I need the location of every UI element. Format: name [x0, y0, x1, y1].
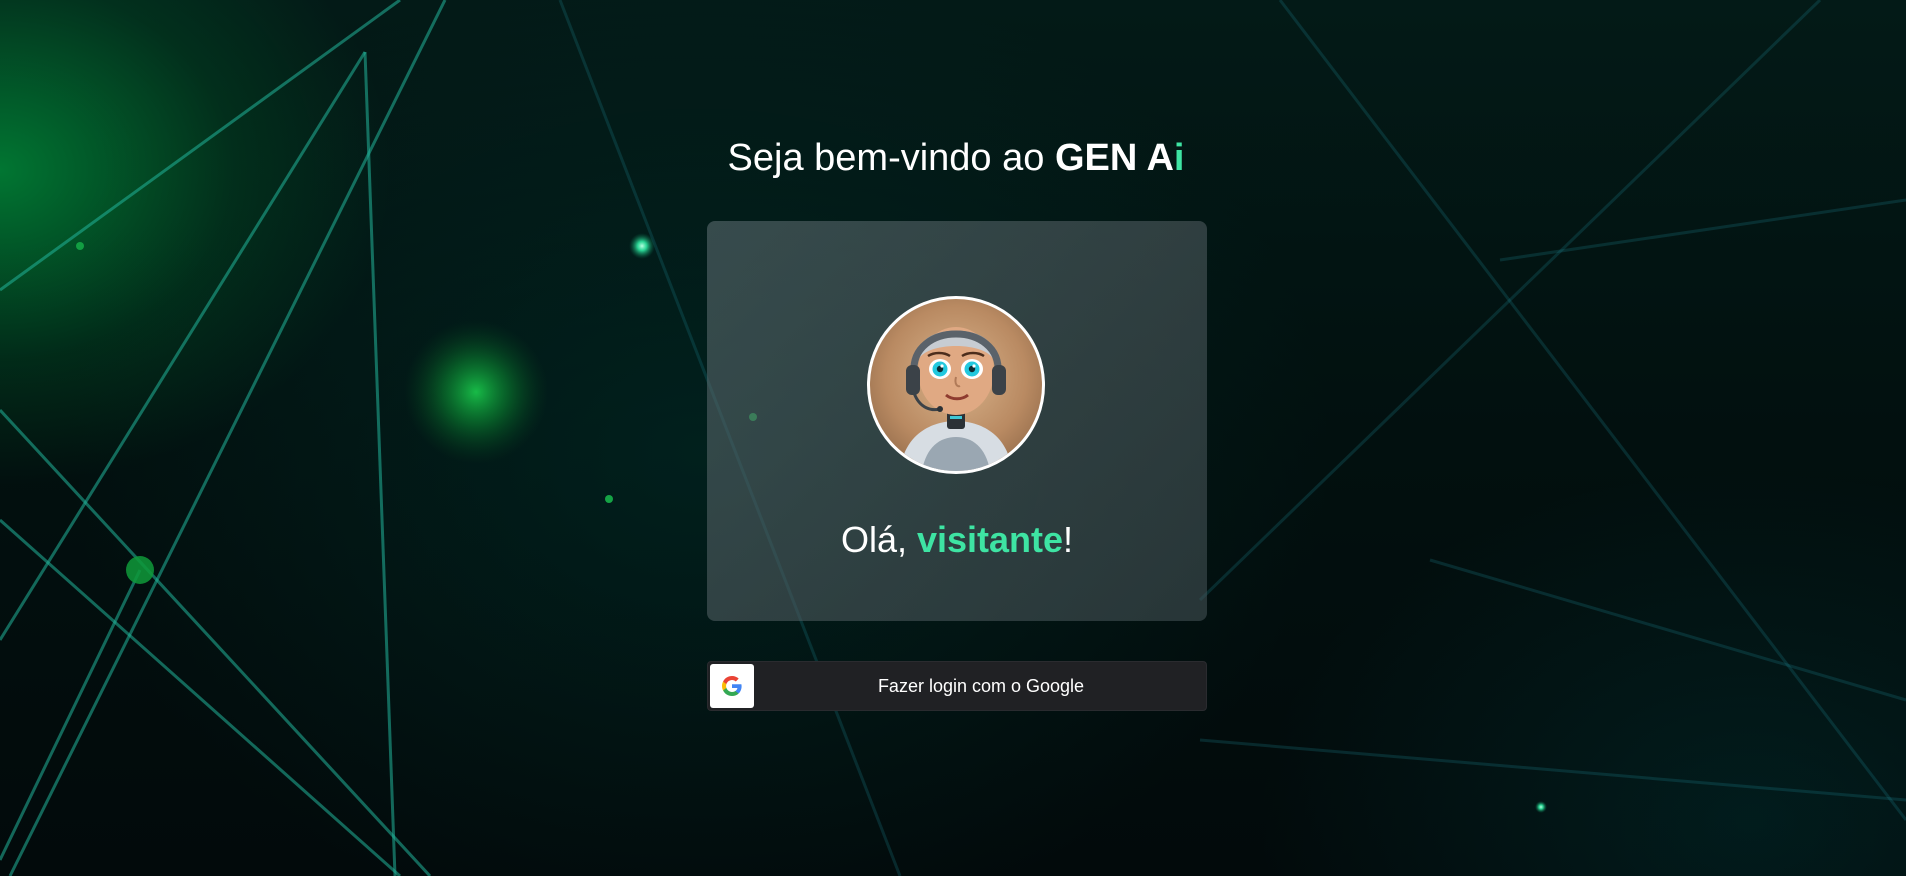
greeting-suffix: ! [1063, 519, 1074, 560]
welcome-card: Olá, visitante! [707, 221, 1207, 621]
google-login-button[interactable]: Fazer login com o Google [707, 661, 1207, 711]
greeting-prefix: Olá, [840, 519, 917, 560]
greeting-visitor-name: visitante [916, 519, 1064, 560]
google-login-label: Fazer login com o Google [877, 676, 1085, 696]
welcome-title-prefix: Seja bem-vindo ao [727, 137, 1055, 179]
welcome-title: Seja bem-vindo ao GEN Ai [0, 134, 1906, 182]
page-background: Seja bem-vindo ao GEN Ai Olá, visitante!… [0, 0, 1906, 876]
robot-avatar [867, 296, 1045, 474]
brand-name: GEN A [1054, 137, 1174, 179]
robot-assistant-icon [900, 327, 1012, 471]
google-logo-box [710, 664, 754, 708]
brand-name-accent: i [1173, 137, 1185, 179]
google-g-icon [722, 676, 742, 696]
greeting-text: Olá, visitante! [707, 517, 1207, 563]
